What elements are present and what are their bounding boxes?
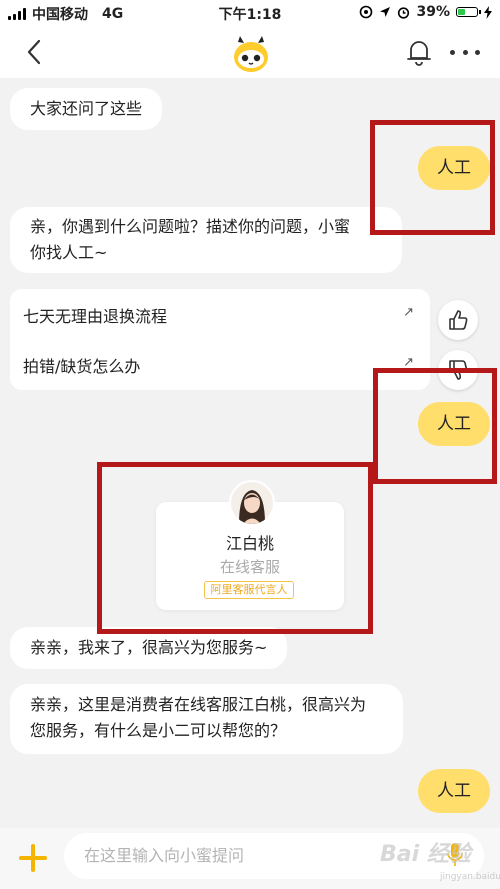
thumbs-up-icon	[449, 310, 468, 330]
status-right: 39%	[359, 4, 492, 20]
message-intro-line2: 您服务，有什么是小二可以帮您的？	[30, 721, 287, 740]
arrow-icon: ↗	[403, 305, 414, 320]
watermark-logo: Bai 经验	[380, 842, 471, 867]
message-intro-line1: 亲亲，这里是消费者在线客服江白桃，很高兴为	[30, 695, 367, 714]
highlight-box	[97, 462, 373, 634]
faq-card: 七天无理由退换流程 ↗ 拍错/缺货怎么办 ↗	[10, 289, 430, 390]
watermark-url: jingyan.baidu.com	[440, 872, 500, 882]
message-prompt-line2: 你找人工~	[30, 243, 108, 262]
faq-item[interactable]: 七天无理由退换流程	[23, 303, 167, 327]
battery-percent: 39%	[416, 4, 450, 20]
message-intro: 亲亲，这里是消费者在线客服江白桃，很高兴为 您服务，有什么是小二可以帮您的？	[10, 684, 403, 754]
battery-fill	[458, 9, 465, 15]
chevron-left-icon[interactable]	[20, 36, 48, 68]
message-prompt-line1: 亲，你遇到什么问题啦？描述你的问题，小蜜	[30, 217, 351, 236]
faq-item[interactable]: 拍错/缺货怎么办	[23, 353, 140, 377]
highlight-box	[373, 368, 497, 484]
mascot-icon	[234, 36, 268, 72]
nav-bar	[0, 26, 500, 78]
message-also-asked: 大家还问了这些	[10, 88, 163, 130]
message-human-3[interactable]: 人工	[418, 769, 490, 813]
charging-icon	[484, 5, 492, 19]
battery-icon	[456, 7, 481, 17]
message-prompt: 亲，你遇到什么问题啦？描述你的问题，小蜜 你找人工~	[10, 207, 402, 273]
location-arrow-icon	[380, 7, 391, 17]
alarm-icon	[398, 6, 410, 19]
highlight-box	[370, 120, 495, 235]
bell-icon[interactable]	[406, 38, 432, 66]
more-icon[interactable]	[450, 38, 480, 66]
thumbs-up-button[interactable]	[438, 300, 478, 340]
at-icon	[360, 5, 373, 19]
status-bar: 中国移动 4G 下午1:18 39%	[0, 0, 500, 26]
plus-icon[interactable]	[16, 841, 50, 875]
